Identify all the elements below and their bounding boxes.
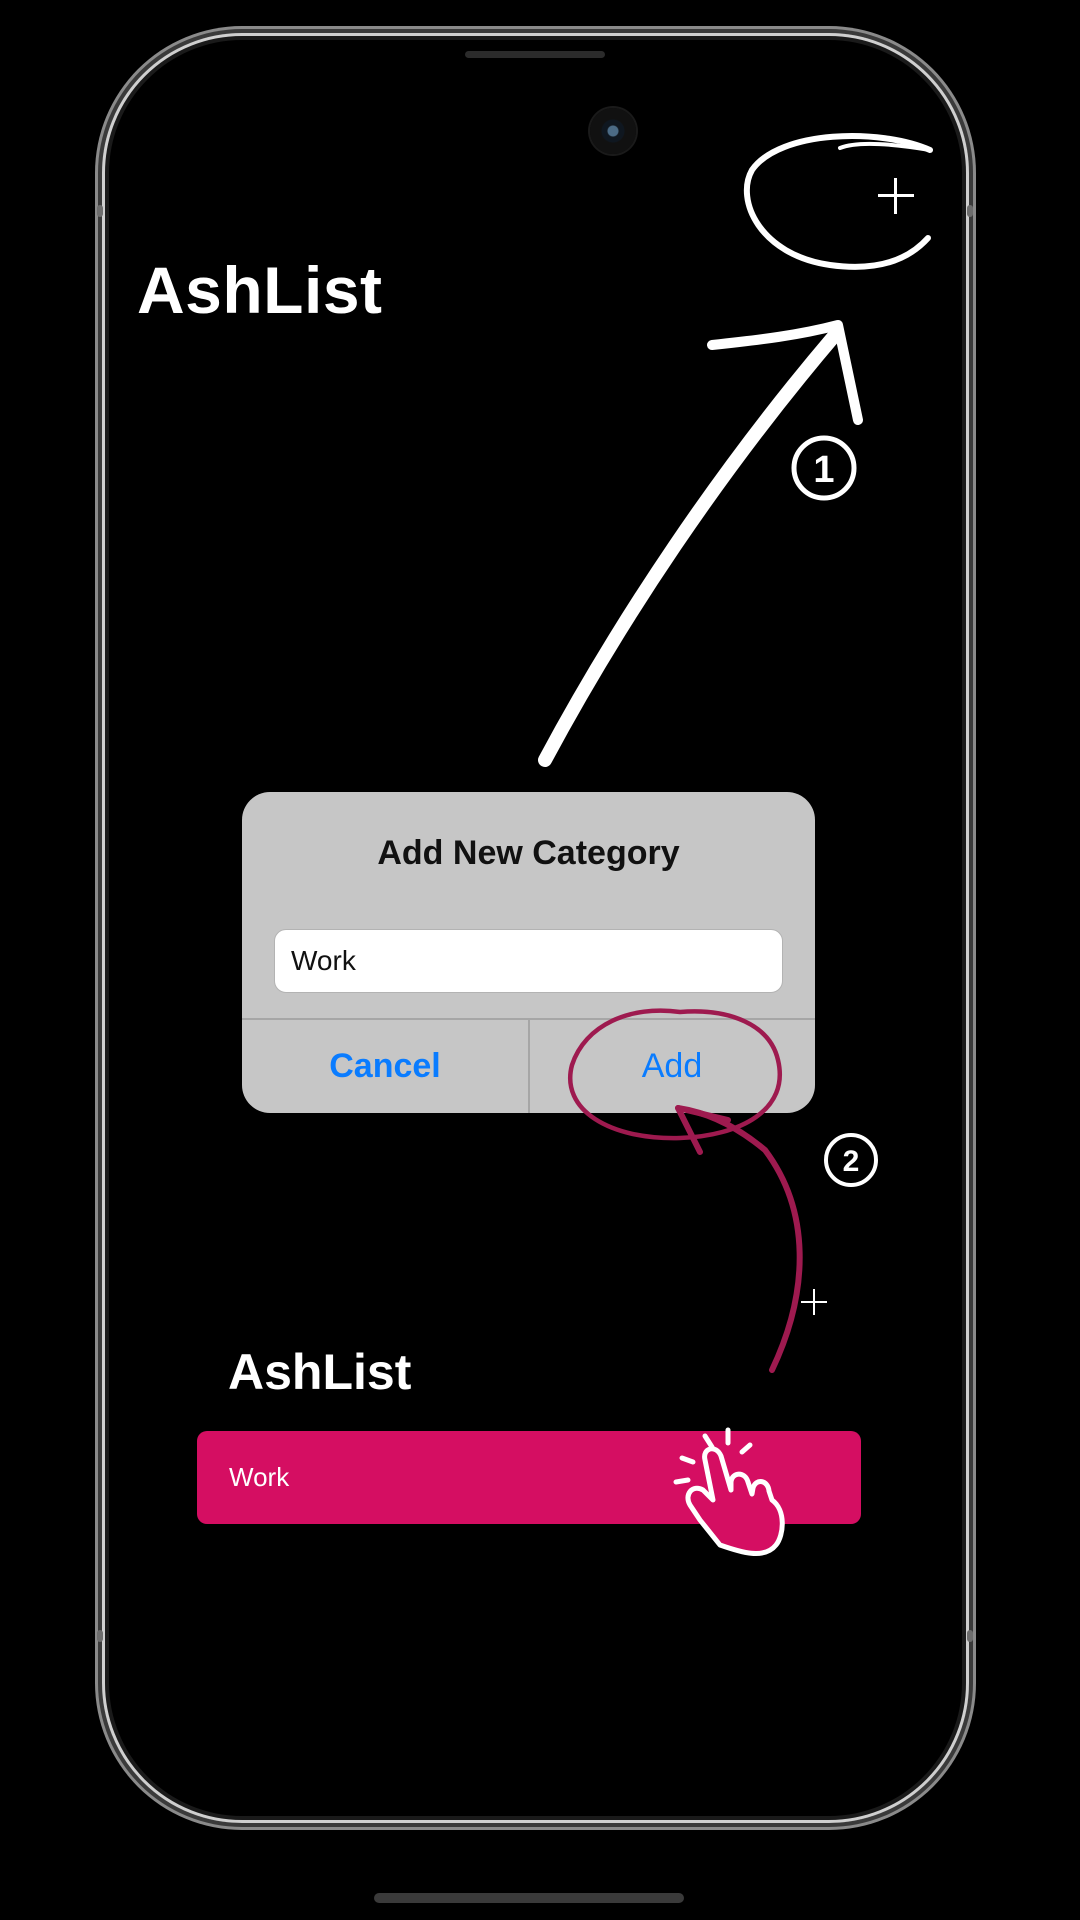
phone-side-button	[967, 1630, 973, 1642]
cancel-button[interactable]: Cancel	[242, 1019, 528, 1113]
alert-title: Add New Category	[377, 834, 680, 872]
category-name-input[interactable]: Work	[274, 929, 783, 993]
plus-icon[interactable]	[876, 176, 916, 216]
phone-side-button	[967, 205, 973, 217]
phone-speaker-slot	[465, 51, 605, 58]
add-category-alert: Add New Category Work Cancel Add	[242, 792, 815, 1113]
home-indicator[interactable]	[374, 1893, 684, 1903]
app-title: AshList	[137, 253, 383, 327]
category-row-work[interactable]: Work	[197, 1431, 861, 1524]
result-app-title: AshList	[228, 1344, 412, 1400]
plus-icon[interactable]	[801, 1289, 827, 1315]
phone-side-button	[97, 1630, 103, 1642]
front-camera	[590, 108, 636, 154]
tutorial-canvas: AshList Add New Category Work Cancel Add…	[0, 0, 1080, 1920]
add-button[interactable]: Add	[529, 1019, 815, 1113]
phone-side-button	[97, 205, 103, 217]
